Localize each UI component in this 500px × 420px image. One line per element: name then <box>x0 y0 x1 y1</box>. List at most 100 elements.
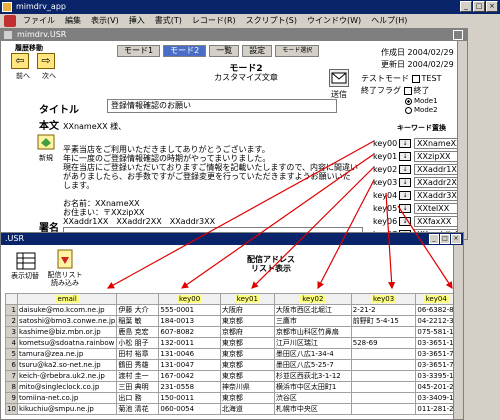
table-cell[interactable]: 北海道 <box>219 403 275 415</box>
body-text[interactable]: 平素当店をご利用いただきましてありがとうございます。 年に一度のご登録情報確認の… <box>63 145 363 235</box>
table-cell[interactable]: 東京都 <box>219 370 275 382</box>
table-cell[interactable]: 184-0013 <box>158 315 221 327</box>
table-cell[interactable]: 2-21-2 <box>350 304 417 316</box>
table-cell[interactable]: 東京都 <box>219 359 275 371</box>
table-cell[interactable]: 131-0046 <box>158 348 221 360</box>
toggle-view-icon[interactable] <box>15 251 37 271</box>
table-cell[interactable]: 杉並区西荻北3-1-12 <box>273 370 352 382</box>
table-cell[interactable]: 京都府 <box>219 326 275 338</box>
table-cell[interactable] <box>350 403 417 415</box>
table-cell[interactable]: 東京都 <box>219 337 275 349</box>
table-cell[interactable]: 東京都 <box>219 348 275 360</box>
table-cell[interactable]: 03-3651-7 <box>415 348 457 360</box>
table-cell[interactable]: 大阪市西区北堀江 <box>273 304 352 316</box>
table-cell[interactable] <box>350 326 417 338</box>
table-cell[interactable]: 前野町 5-4-15 <box>350 315 417 327</box>
table-cell[interactable]: 京都市山科区竹鼻扇 <box>273 326 352 338</box>
table-cell[interactable]: 231-0558 <box>158 381 221 393</box>
table-cell[interactable]: tsuru@ka2.so-net.ne.jp <box>16 359 118 371</box>
table-cell[interactable]: mito@singleclock.co.jp <box>16 381 118 393</box>
table-cell[interactable]: 伊藤 大介 <box>116 304 160 316</box>
table-cell[interactable]: 075-581-1 <box>415 326 457 338</box>
history-prev-button[interactable]: ⇦ <box>11 53 29 69</box>
close-button[interactable]: × <box>451 234 461 244</box>
table-cell[interactable] <box>350 392 417 404</box>
table-cell[interactable]: 060-0054 <box>158 403 221 415</box>
table-cell[interactable] <box>350 370 417 382</box>
table-cell[interactable]: 131-0047 <box>158 359 221 371</box>
history-next-button[interactable]: ⇨ <box>37 53 55 69</box>
table-cell[interactable]: 稲葉 敏 <box>116 315 160 327</box>
table-cell[interactable]: 03-3395-1 <box>415 370 457 382</box>
table-row[interactable]: 6 tsuru@ka2.so-net.ne.jp 鶴田 秀雄 131-0047 東京都墨… <box>5 359 457 371</box>
app-menu-icon[interactable] <box>4 15 16 27</box>
table-cell[interactable]: 鹿島 克宏 <box>116 326 160 338</box>
table-cell[interactable]: keich-@rbebra.uk2.ne.jp <box>16 370 118 382</box>
mode2-radio[interactable] <box>405 106 412 114</box>
table-cell[interactable]: 04-2212-3 <box>415 315 457 327</box>
key-insert-button[interactable]: ↓ <box>399 203 411 213</box>
menu-help[interactable]: ヘルプ(H) <box>366 14 412 28</box>
table-row[interactable]: 8 mito@singleclock.co.jp 三田 典明 231-0558 神奈川県… <box>5 381 457 393</box>
key-insert-button[interactable]: ↓ <box>399 177 411 187</box>
table-cell[interactable]: kometsu@sdoatna.rainbow <box>16 337 118 349</box>
menu-window[interactable]: ウインドウ(W) <box>302 14 366 28</box>
mode2-radio-row[interactable]: Mode2 <box>405 106 438 114</box>
message-window-scrollbar[interactable] <box>457 41 467 239</box>
table-cell[interactable]: 607-8082 <box>158 326 221 338</box>
table-cell[interactable] <box>350 381 417 393</box>
table-cell[interactable]: 神奈川県 <box>219 381 275 393</box>
menu-scripts[interactable]: スクリプト(S) <box>241 14 302 28</box>
table-cell[interactable]: tamura@zea.ne.jp <box>16 348 118 360</box>
maximize-button[interactable]: □ <box>440 234 450 244</box>
table-cell[interactable]: 東京都 <box>219 315 275 327</box>
table-row[interactable]: 10 kikuchiu@smpu.ne.jp 菊池 清花 060-0054 北海道 札幌市… <box>5 403 457 415</box>
table-cell[interactable] <box>350 359 417 371</box>
send-button[interactable] <box>329 69 349 87</box>
menu-edit[interactable]: 編集 <box>60 14 86 28</box>
table-cell[interactable]: 011-281-2 <box>415 403 457 415</box>
table-cell[interactable] <box>350 348 417 360</box>
table-cell[interactable]: daisuke@mo.kcom.ne.jp <box>16 304 118 316</box>
table-cell[interactable]: 132-0011 <box>158 337 221 349</box>
table-row[interactable]: 5 tamura@zea.ne.jp 田村 裕章 131-0046 東京都 墨田区八広1-… <box>5 348 457 360</box>
tab-settings[interactable]: 設定 <box>242 45 273 57</box>
table-cell[interactable]: 菊池 清花 <box>116 403 160 415</box>
table-row[interactable]: 9 tomiina-net.co.jp 出口 務 150-0011 東京都 渋谷区 03-3… <box>5 392 457 404</box>
menu-view[interactable]: 表示(V) <box>86 14 124 28</box>
key-insert-button[interactable]: ↓ <box>399 164 411 174</box>
table-cell[interactable]: 555-0001 <box>158 304 221 316</box>
minimize-button[interactable]: _ <box>429 234 439 244</box>
table-cell[interactable]: kashime@biz.mbn.or.jp <box>16 326 118 338</box>
menu-file[interactable]: ファイル <box>18 14 60 28</box>
table-cell[interactable]: 墨田区八広1-34-4 <box>273 348 352 360</box>
table-cell[interactable]: 渡村 圭一 <box>116 370 160 382</box>
close-button[interactable]: × <box>486 1 498 12</box>
end-checkbox[interactable] <box>403 86 412 95</box>
table-cell[interactable]: 三田 典明 <box>116 381 160 393</box>
table-cell[interactable]: kikuchiu@smpu.ne.jp <box>16 403 118 415</box>
table-row[interactable]: 3 kashime@biz.mbn.or.jp 鹿島 克宏 607-8082 京都府 京都… <box>5 326 457 338</box>
table-cell[interactable]: 鶴田 秀雄 <box>116 359 160 371</box>
table-row[interactable]: 7 keich-@rbebra.uk2.ne.jp 渡村 圭一 167-0042 東京都… <box>5 370 457 382</box>
menu-insert[interactable]: 挿入 <box>124 14 150 28</box>
table-cell[interactable]: 03-3409-1 <box>415 392 457 404</box>
tab-list[interactable]: 一覧 <box>209 45 240 57</box>
new-document-icon[interactable] <box>35 133 57 151</box>
import-list-icon[interactable] <box>55 249 75 271</box>
table-cell[interactable]: 江戸川区瑞江 <box>273 337 352 349</box>
table-cell[interactable]: 三鷹市 <box>273 315 352 327</box>
key-insert-button[interactable]: ↓ <box>399 216 411 226</box>
table-cell[interactable]: 東京都 <box>219 392 275 404</box>
tab-mode2[interactable]: モード2 <box>163 45 207 57</box>
mode1-radio[interactable] <box>405 97 412 105</box>
table-cell[interactable]: 03-3651-7 <box>415 359 457 371</box>
key-insert-button[interactable]: ↓ <box>399 151 411 161</box>
table-cell[interactable]: 167-0042 <box>158 370 221 382</box>
table-cell[interactable]: satoshi@bmo3.conwe.ne.jp <box>16 315 118 327</box>
window-close-box[interactable] <box>453 30 463 40</box>
key-insert-button[interactable]: ↓ <box>399 190 411 200</box>
table-cell[interactable]: 045-201-2 <box>415 381 457 393</box>
table-cell[interactable]: 06-6382-8 <box>415 304 457 316</box>
menu-format[interactable]: 書式(T) <box>150 14 187 28</box>
